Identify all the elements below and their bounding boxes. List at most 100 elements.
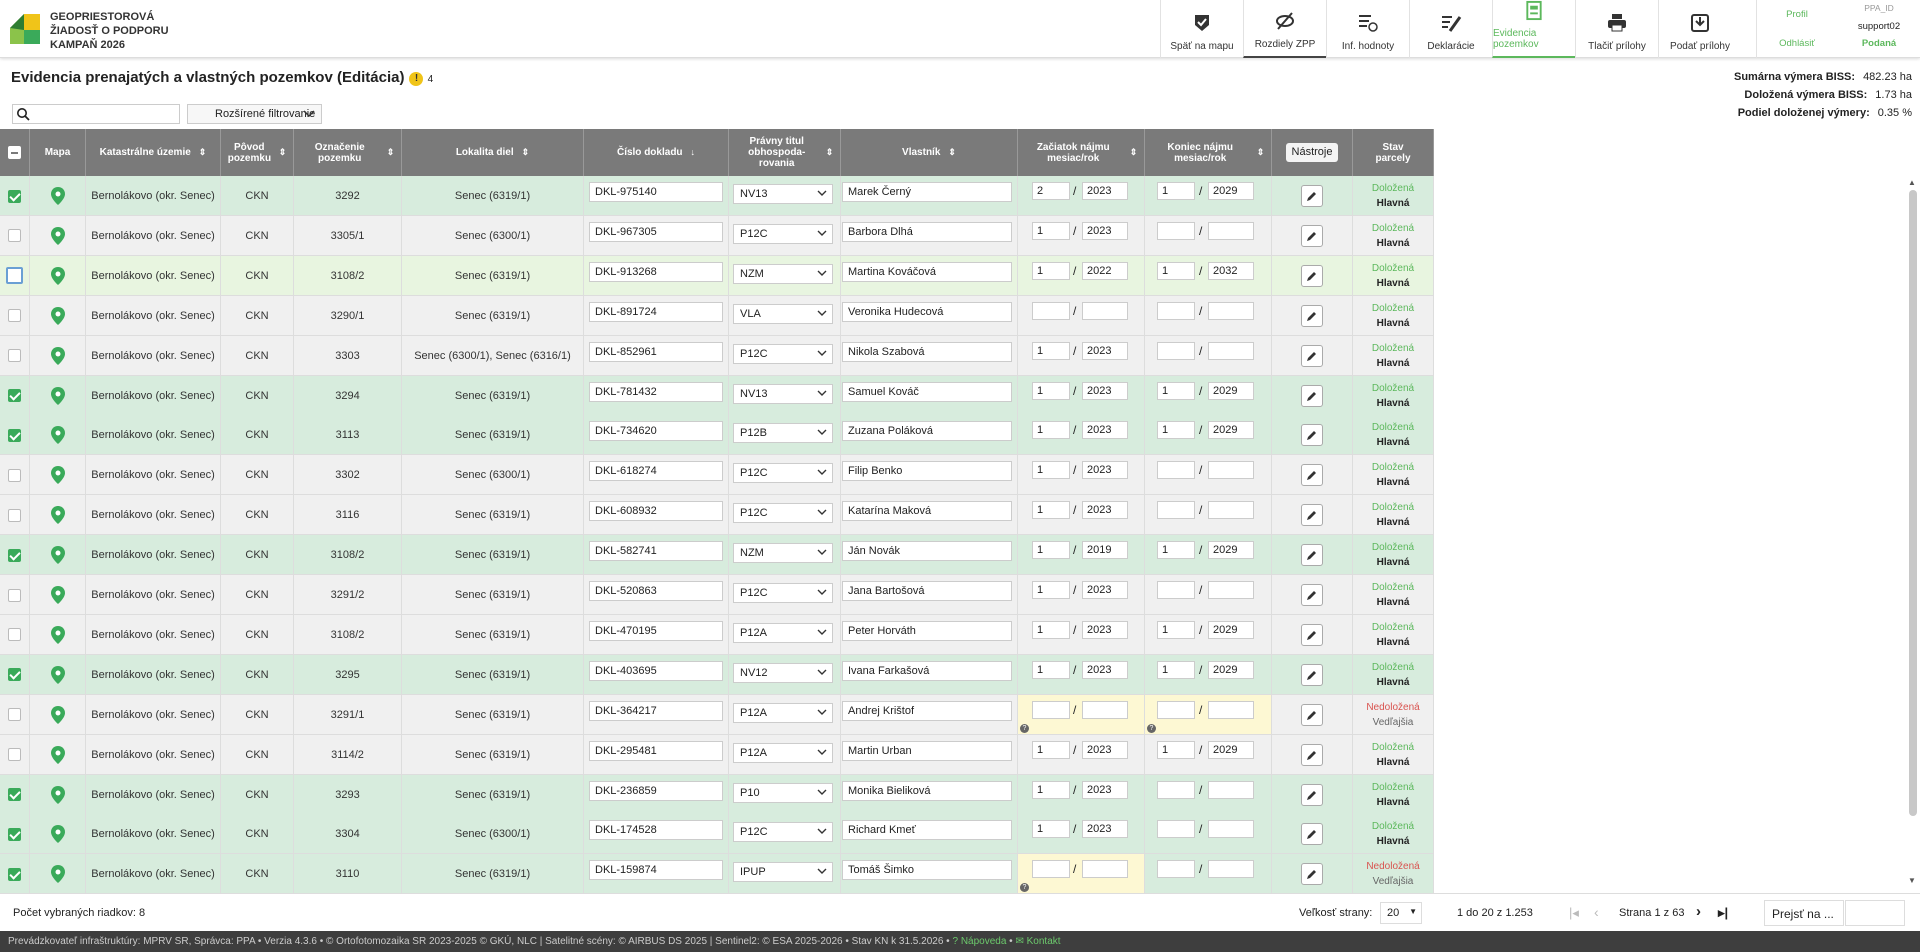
table-row[interactable]: Bernolákovo (okr. Senec) CKN 3304 Senec (63… xyxy=(0,814,1434,855)
lease-end-month[interactable]: 1 xyxy=(1157,541,1195,560)
document-number-input[interactable]: DKL-891724 xyxy=(589,301,723,322)
map-pin-icon[interactable] xyxy=(50,426,65,445)
edit-button[interactable] xyxy=(1301,584,1323,606)
column-header-doc[interactable]: Číslo dokladu ↓ xyxy=(584,129,729,176)
edit-button[interactable] xyxy=(1301,504,1323,527)
map-pin-icon[interactable] xyxy=(50,865,65,884)
goto-page-field[interactable] xyxy=(1845,900,1905,926)
owner-input[interactable]: Martina Kováčová xyxy=(842,261,1012,282)
help-link[interactable]: Nápoveda xyxy=(961,936,1007,947)
sort-icon[interactable]: ⇕ xyxy=(826,147,834,158)
table-row[interactable]: Bernolákovo (okr. Senec) CKN 3303 Senec (63… xyxy=(0,335,1434,376)
document-number-input[interactable]: DKL-364217 xyxy=(589,700,723,721)
table-row[interactable]: Bernolákovo (okr. Senec) CKN 3292 Senec (63… xyxy=(0,176,1434,216)
lease-end-year[interactable] xyxy=(1208,820,1254,839)
table-row[interactable]: Bernolákovo (okr. Senec) CKN 3302 Senec (63… xyxy=(0,455,1434,496)
lease-start-year[interactable] xyxy=(1082,860,1128,879)
lease-end-month[interactable] xyxy=(1157,341,1195,360)
table-row[interactable]: Bernolákovo (okr. Senec) CKN 3108/2 Senec (… xyxy=(0,614,1434,655)
lease-end-year[interactable]: 2029 xyxy=(1208,182,1254,200)
map-pin-icon[interactable] xyxy=(50,586,65,604)
lease-start-month[interactable] xyxy=(1032,700,1070,719)
table-row[interactable]: Bernolákovo (okr. Senec) CKN 3293 Senec (63… xyxy=(0,774,1434,815)
lease-start-month[interactable]: 1 xyxy=(1032,541,1070,560)
owner-input[interactable]: Nikola Szabová xyxy=(842,341,1012,362)
legal-title-select[interactable]: P12C xyxy=(733,822,833,843)
row-checkbox[interactable] xyxy=(8,788,21,801)
lease-end-year[interactable]: 2032 xyxy=(1208,261,1254,280)
row-checkbox[interactable] xyxy=(8,548,21,562)
lease-end-year[interactable] xyxy=(1208,581,1254,599)
legal-title-select[interactable]: NZM xyxy=(733,543,833,564)
lease-end-month[interactable]: 1 xyxy=(1157,381,1195,400)
sort-icon[interactable]: ⇕ xyxy=(522,147,530,158)
lease-start-year[interactable]: 2023 xyxy=(1082,620,1128,639)
edit-button[interactable] xyxy=(1301,544,1323,567)
lease-end-month[interactable] xyxy=(1157,301,1195,320)
nav-edit-list-button[interactable]: Deklarácie xyxy=(1409,0,1492,58)
nav-document-button[interactable]: Evidencia pozemkov xyxy=(1492,0,1575,58)
edit-button[interactable] xyxy=(1301,264,1323,287)
lease-start-year[interactable]: 2019 xyxy=(1082,541,1128,560)
owner-input[interactable]: Tomáš Šimko xyxy=(842,860,1012,881)
lease-start-year[interactable]: 2023 xyxy=(1082,381,1128,400)
owner-input[interactable]: Veronika Hudecová xyxy=(842,301,1012,322)
map-pin-icon[interactable] xyxy=(50,506,65,525)
sort-icon[interactable]: ⇕ xyxy=(1130,147,1138,158)
column-header-vlastnik[interactable]: Vlastník ⇕ xyxy=(841,129,1018,176)
select-all-checkbox[interactable] xyxy=(8,146,21,159)
lease-start-year[interactable]: 2023 xyxy=(1082,581,1128,599)
document-number-input[interactable]: DKL-582741 xyxy=(589,541,723,562)
lease-end-month[interactable]: 1 xyxy=(1157,421,1195,440)
map-pin-icon[interactable] xyxy=(50,745,65,764)
row-checkbox[interactable] xyxy=(8,389,21,402)
document-number-input[interactable]: DKL-608932 xyxy=(589,501,723,522)
lease-end-month[interactable] xyxy=(1157,501,1195,520)
map-pin-icon[interactable] xyxy=(50,665,65,684)
lease-start-month[interactable]: 1 xyxy=(1032,620,1070,639)
lease-end-year[interactable] xyxy=(1208,860,1254,879)
nav-eye-off-button[interactable]: Rozdiely ZPP xyxy=(1243,0,1326,58)
profile-link[interactable]: Profil xyxy=(1757,9,1837,20)
document-number-input[interactable]: DKL-159874 xyxy=(589,860,723,881)
column-header-lok[interactable]: Lokalita diel ⇕ xyxy=(402,129,584,176)
sort-icon[interactable]: ⇕ xyxy=(1257,147,1265,158)
table-row[interactable]: Bernolákovo (okr. Senec) CKN 3290/1 Senec (… xyxy=(0,295,1434,336)
document-number-input[interactable]: DKL-174528 xyxy=(589,820,723,841)
warning-icon[interactable]: ! xyxy=(409,72,424,86)
lease-end-year[interactable] xyxy=(1208,700,1254,719)
document-number-input[interactable]: DKL-520863 xyxy=(589,581,723,601)
document-number-input[interactable]: DKL-734620 xyxy=(589,421,723,442)
lease-end-month[interactable]: 1 xyxy=(1157,261,1195,280)
lease-start-month[interactable]: 1 xyxy=(1032,341,1070,360)
advanced-filter-dropdown[interactable]: Rozšírené filtrovanie xyxy=(187,104,322,124)
lease-start-month[interactable]: 1 xyxy=(1032,381,1070,400)
lease-end-year[interactable]: 2029 xyxy=(1208,381,1254,400)
edit-button[interactable] xyxy=(1301,863,1323,886)
legal-title-select[interactable]: P12C xyxy=(733,223,833,244)
row-checkbox[interactable] xyxy=(8,508,21,522)
lease-end-month[interactable]: 1 xyxy=(1157,182,1195,200)
legal-title-select[interactable]: VLA xyxy=(733,303,833,324)
lease-start-year[interactable]: 2023 xyxy=(1082,660,1128,679)
lease-start-year[interactable]: 2023 xyxy=(1082,182,1128,200)
map-pin-icon[interactable] xyxy=(50,625,65,644)
legal-title-select[interactable]: P12C xyxy=(733,343,833,364)
lease-end-month[interactable]: 1 xyxy=(1157,660,1195,679)
map-pin-icon[interactable] xyxy=(50,546,65,565)
lease-start-year[interactable]: 2023 xyxy=(1082,820,1128,839)
document-number-input[interactable]: DKL-781432 xyxy=(589,381,723,402)
lease-start-month[interactable] xyxy=(1032,301,1070,320)
row-checkbox[interactable] xyxy=(8,668,21,682)
table-scrollbar[interactable]: ▲ ▼ xyxy=(1906,176,1920,890)
lease-end-month[interactable] xyxy=(1157,860,1195,879)
owner-input[interactable]: Peter Horváth xyxy=(842,620,1012,641)
map-pin-icon[interactable] xyxy=(50,187,65,205)
owner-input[interactable]: Zuzana Poláková xyxy=(842,421,1012,442)
column-header-ozn[interactable]: Označenie pozemku ⇕ xyxy=(294,129,402,176)
lease-end-year[interactable]: 2029 xyxy=(1208,740,1254,759)
legal-title-select[interactable]: NV13 xyxy=(733,383,833,404)
first-page-icon[interactable]: |◂ xyxy=(1569,905,1579,921)
last-page-icon[interactable]: ▸| xyxy=(1718,905,1728,921)
sort-desc-icon[interactable]: ↓ xyxy=(691,147,696,158)
